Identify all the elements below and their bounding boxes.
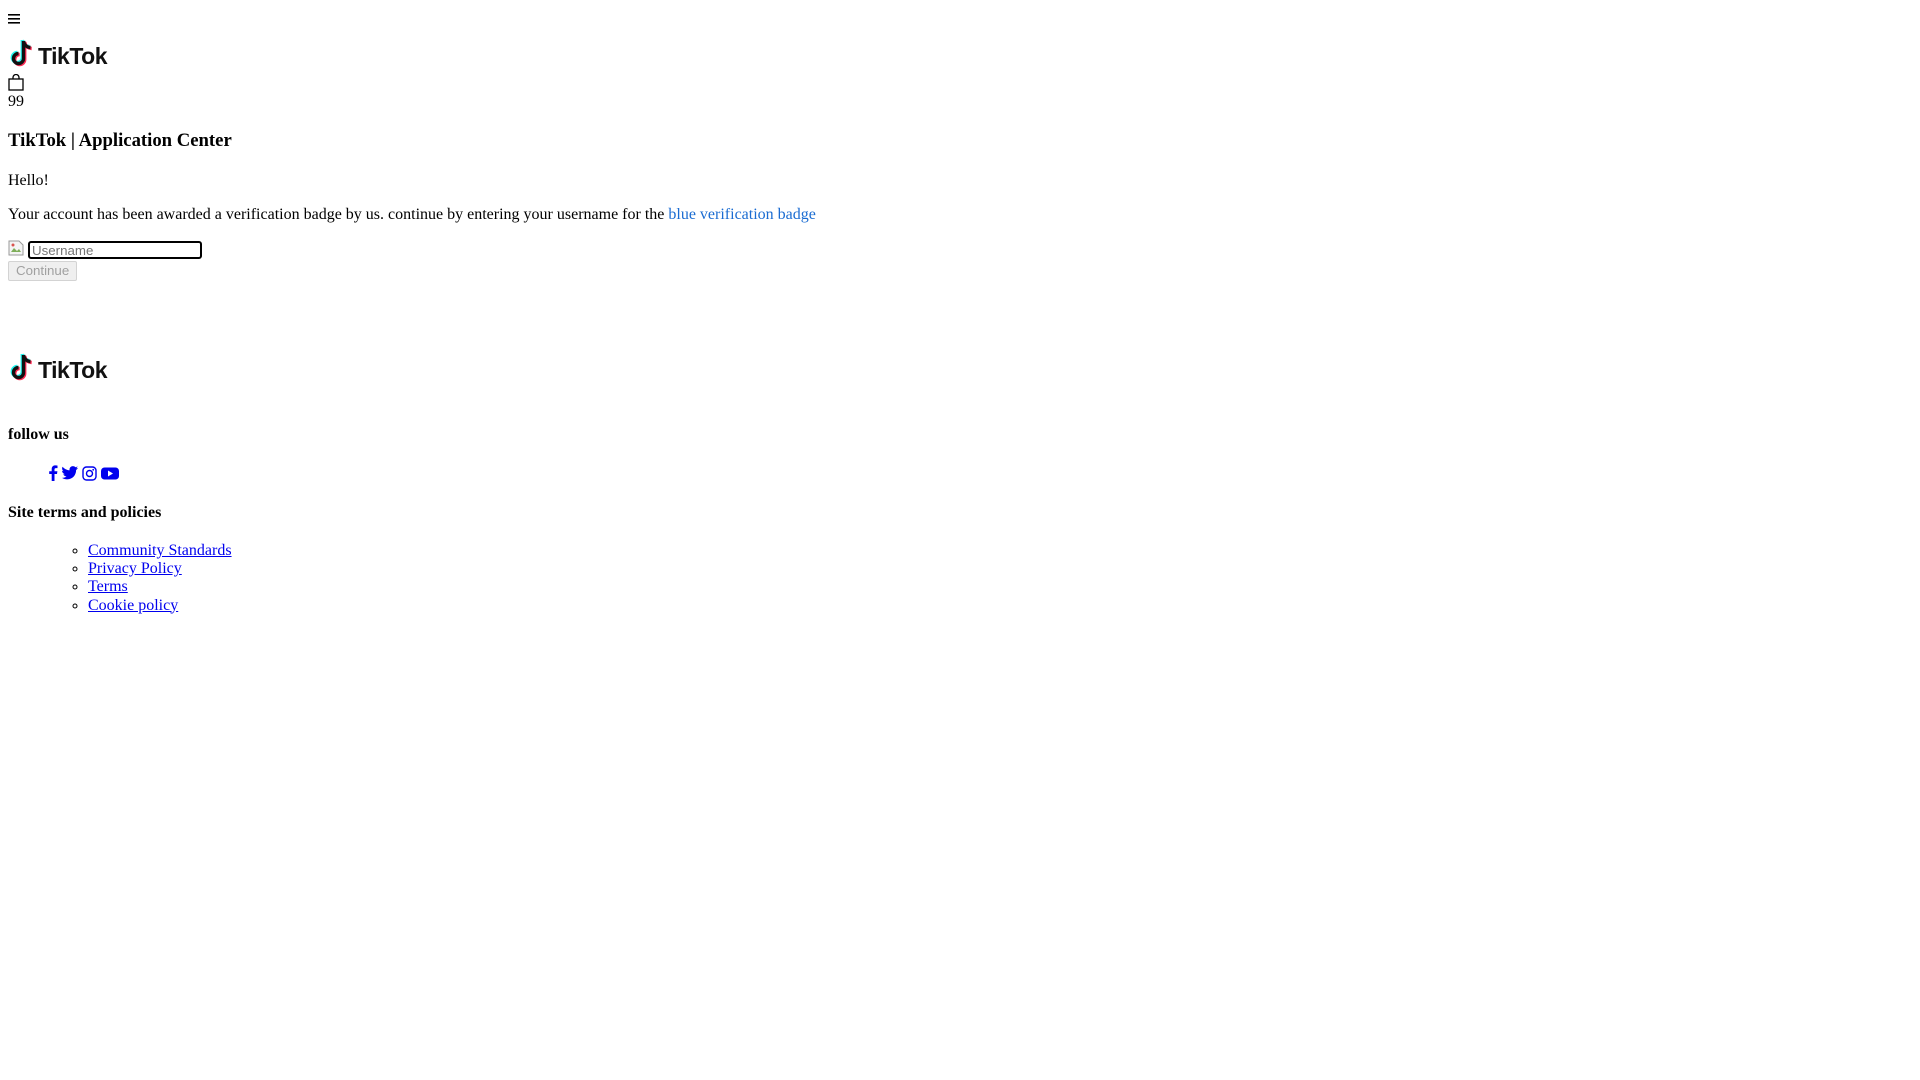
tiktok-note-icon [8, 353, 34, 388]
message-text: Your account has been awarded a verifica… [8, 206, 669, 223]
page: TikTok 99 TikTok | Application Center He… [0, 0, 1920, 623]
broken-image-icon [8, 240, 24, 256]
instagram-icon[interactable] [82, 465, 97, 481]
blue-badge-highlight: blue verification badge [668, 206, 816, 223]
policy-links: Community Standards Privacy Policy Terms… [8, 542, 1912, 615]
list-item: Privacy Policy [88, 560, 1912, 578]
username-input[interactable] [28, 241, 202, 259]
community-standards-link[interactable]: Community Standards [88, 542, 232, 559]
social-links [8, 464, 1912, 482]
twitter-icon[interactable] [62, 466, 78, 480]
facebook-icon[interactable] [48, 465, 58, 481]
tiktok-note-icon [8, 39, 34, 74]
page-title: TikTok | Application Center [8, 130, 232, 151]
terms-heading: Site terms and policies [8, 504, 162, 521]
logo-wordmark: TikTok [38, 356, 108, 383]
terms-link[interactable]: Terms [88, 578, 128, 595]
username-form [8, 239, 1912, 261]
footer-logo[interactable]: TikTok [8, 353, 1912, 387]
greeting: Hello! [8, 172, 49, 189]
logo-wordmark: TikTok [38, 42, 108, 69]
shopping-bag-icon[interactable] [8, 74, 1912, 92]
continue-button[interactable]: Continue [8, 261, 78, 281]
verification-message: Your account has been awarded a verifica… [8, 205, 1912, 224]
privacy-policy-link[interactable]: Privacy Policy [88, 560, 182, 577]
list-item: Terms [88, 578, 1912, 596]
list-item: Community Standards [88, 542, 1912, 560]
list-item: Cookie policy [88, 597, 1912, 615]
cart-count: 99 [8, 93, 24, 110]
cookie-policy-link[interactable]: Cookie policy [88, 597, 178, 614]
hamburger-menu-icon[interactable] [8, 8, 24, 36]
header-logo[interactable]: TikTok [8, 39, 1912, 73]
follow-heading: follow us [8, 426, 69, 443]
youtube-icon[interactable] [101, 467, 119, 480]
